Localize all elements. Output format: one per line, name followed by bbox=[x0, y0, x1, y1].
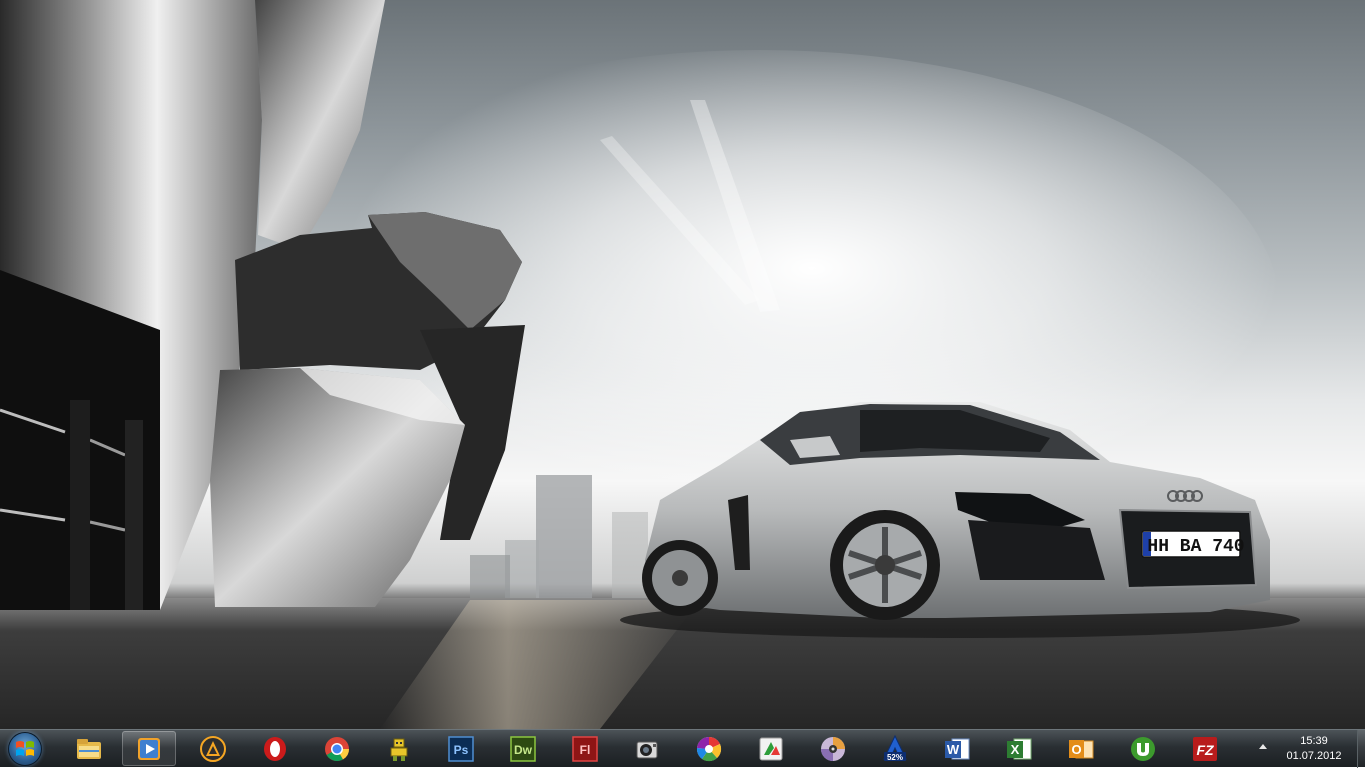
taskbar-update-app-button[interactable]: 52% bbox=[868, 731, 922, 766]
dreamweaver-icon: Dw bbox=[510, 736, 536, 762]
windows-orb-icon bbox=[16, 741, 34, 756]
taskbar-dreamweaver-button[interactable]: Dw bbox=[496, 731, 550, 766]
taskbar-flash-button[interactable]: Fl bbox=[558, 731, 612, 766]
download-manager-icon bbox=[759, 737, 783, 761]
taskbar-photoshop-button[interactable]: Ps bbox=[434, 731, 488, 766]
filezilla-label: FZ bbox=[1196, 742, 1214, 758]
taskbar-robot-app-button[interactable] bbox=[372, 731, 426, 766]
taskbar-clock[interactable]: 15:39 01.07.2012 bbox=[1276, 734, 1352, 764]
word-label: W bbox=[947, 742, 960, 757]
flash-label: Fl bbox=[580, 743, 591, 757]
outlook-icon: O bbox=[1069, 740, 1094, 759]
outlook-label: O bbox=[1071, 742, 1081, 757]
taskbar: Ps Dw Fl 52% W X O FZ 15:39 01.07.2012 bbox=[0, 729, 1365, 768]
taskbar-aimp-button[interactable] bbox=[186, 731, 240, 766]
picasa-icon bbox=[696, 736, 722, 762]
taskbar-filezilla-button[interactable]: FZ bbox=[1178, 731, 1232, 766]
chrome-browser-icon bbox=[325, 737, 349, 762]
taskbar-webcam-button[interactable] bbox=[620, 731, 674, 766]
photoshop-label: Ps bbox=[454, 743, 469, 757]
taskbar-download-manager-button[interactable] bbox=[744, 731, 798, 766]
clock-date: 01.07.2012 bbox=[1286, 750, 1342, 762]
webcam-icon bbox=[636, 741, 658, 759]
windows-explorer-icon bbox=[77, 739, 101, 759]
show-desktop-button[interactable] bbox=[1357, 730, 1365, 768]
taskbar-utorrent-button[interactable] bbox=[1116, 731, 1170, 766]
taskbar-opera-button[interactable] bbox=[248, 731, 302, 766]
wallpaper-illustration: HH BA 740 bbox=[0, 0, 1365, 729]
utorrent-icon bbox=[1131, 737, 1155, 761]
taskbar-explorer-button[interactable] bbox=[62, 731, 116, 766]
taskbar-outlook-button[interactable]: O bbox=[1054, 731, 1108, 766]
update-percent-label: 52% bbox=[887, 753, 903, 762]
dreamweaver-label: Dw bbox=[514, 743, 533, 757]
filezilla-icon: FZ bbox=[1193, 737, 1217, 761]
photoshop-icon: Ps bbox=[448, 736, 474, 762]
excel-icon: X bbox=[1007, 738, 1032, 760]
show-hidden-icons-arrow-icon[interactable] bbox=[1259, 744, 1267, 749]
taskbar-media-player-button[interactable] bbox=[122, 731, 176, 766]
taskbar-word-button[interactable]: W bbox=[930, 731, 984, 766]
flash-icon: Fl bbox=[572, 736, 598, 762]
word-icon: W bbox=[945, 738, 970, 760]
media-player-icon bbox=[138, 738, 160, 760]
clock-time: 15:39 bbox=[1300, 735, 1328, 747]
update-app-icon: 52% bbox=[883, 735, 907, 762]
disc-burner-icon bbox=[821, 737, 845, 761]
aimp-player-icon bbox=[200, 736, 226, 762]
license-plate-text: HH BA 740 bbox=[1147, 537, 1244, 557]
taskbar-excel-button[interactable]: X bbox=[992, 731, 1046, 766]
opera-browser-icon bbox=[264, 737, 286, 761]
taskbar-picasa-button[interactable] bbox=[682, 731, 736, 766]
desktop-wallpaper: HH BA 740 bbox=[0, 0, 1365, 729]
taskbar-chrome-button[interactable] bbox=[310, 731, 364, 766]
excel-label: X bbox=[1011, 742, 1020, 757]
robot-app-icon bbox=[390, 738, 408, 761]
start-button[interactable] bbox=[8, 732, 42, 766]
taskbar-disc-burner-button[interactable] bbox=[806, 731, 860, 766]
